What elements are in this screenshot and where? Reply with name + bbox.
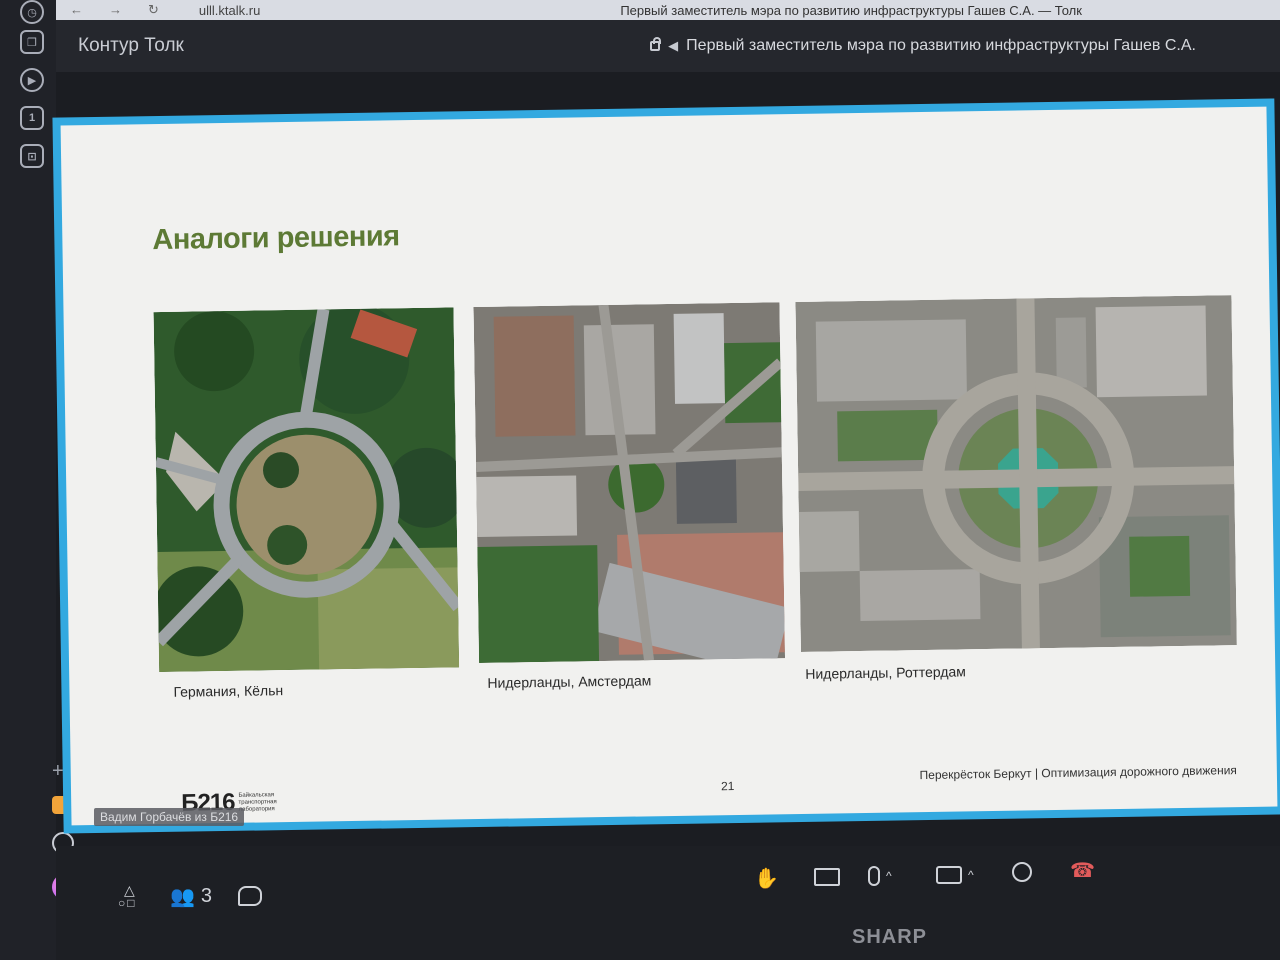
screen-share-icon [814, 868, 840, 886]
participants-icon: 👥 [170, 886, 195, 908]
participants-button[interactable]: 👥 3 [170, 884, 212, 909]
slide-footer: Перекрёсток Беркут | Оптимизация дорожно… [919, 763, 1237, 783]
circle-icon [1012, 862, 1032, 882]
browser-tab-title: Первый заместитель мэра по развитию инфр… [620, 2, 1082, 18]
monitor-brand: SHARP [852, 926, 928, 948]
reload-icon[interactable]: ↻ [148, 2, 159, 18]
aerial-image-amsterdam [473, 302, 786, 664]
raise-hand-button[interactable]: ✋ [754, 866, 779, 891]
shapes-button[interactable] [118, 882, 144, 910]
back-icon[interactable]: ← [70, 2, 83, 18]
meeting-title: Первый заместитель мэра по развитию инфр… [686, 37, 1196, 54]
photo-cologne [153, 307, 460, 673]
chat-button[interactable] [238, 886, 262, 906]
caption-rotterdam: Нидерланды, Роттердам [805, 663, 966, 682]
shapes-icon [118, 882, 144, 910]
microphone-button[interactable]: ^ [868, 866, 892, 886]
screenshot-icon[interactable]: ⊡ [20, 144, 44, 168]
chevron-up-icon[interactable]: ^ [968, 868, 974, 882]
left-rail: ◷ ❐ ▶ 1 ⊡ [0, 0, 56, 960]
logo-subtitle: Байкальская транспортная лаборатория [238, 791, 277, 813]
app-name: Контур Толк [78, 35, 184, 56]
circle-button[interactable] [1012, 862, 1032, 882]
history-icon[interactable]: ◷ [20, 0, 44, 24]
caption-cologne: Германия, Кёльн [173, 682, 284, 700]
browser-nav: ← → ↻ [70, 2, 159, 18]
url-field[interactable]: ulll.ktalk.ru [199, 3, 260, 18]
slide-title: Аналоги решения [152, 220, 400, 257]
page-number: 21 [720, 779, 735, 794]
photo-amsterdam [473, 302, 786, 664]
aerial-image-rotterdam [795, 295, 1237, 652]
presentation-slide: Аналоги решения Германия, Кёльн Нидерлан… [60, 106, 1278, 826]
raise-hand-icon: ✋ [754, 868, 779, 890]
screen-share-button[interactable] [814, 868, 840, 886]
browser-bar: ← → ↻ ulll.ktalk.ru Первый заместитель м… [0, 0, 1280, 20]
microphone-icon [868, 866, 880, 886]
hang-up-button[interactable]: ☎ [1070, 858, 1095, 883]
camera-toggle-icon [936, 866, 962, 884]
photo-rotterdam [795, 295, 1237, 652]
play-icon[interactable]: ▶ [20, 68, 44, 92]
chevron-up-icon[interactable]: ^ [886, 869, 892, 883]
megaphone-icon: ◀ [668, 38, 679, 53]
screen-share-frame: Аналоги решения Германия, Кёльн Нидерлан… [52, 98, 1280, 834]
meeting-title-block: ◀ Первый заместитель мэра по развитию ин… [650, 37, 1196, 55]
lock-icon [650, 37, 662, 51]
speaker-name-tag: Вадим Горбачёв из Б216 [94, 808, 245, 826]
chat-icon [238, 886, 262, 906]
calendar-icon[interactable]: 1 [20, 106, 44, 130]
camera-button[interactable]: ^ [936, 866, 974, 884]
copy-icon[interactable]: ❐ [20, 30, 44, 54]
call-toolbar: 👥 3 ✋ ^ ^ ☎ [56, 846, 1280, 960]
participants-count: 3 [200, 885, 213, 907]
hang-up-icon: ☎ [1070, 860, 1095, 882]
caption-amsterdam: Нидерланды, Амстердам [487, 672, 652, 691]
forward-icon[interactable]: → [109, 2, 122, 18]
app-header: Контур Толк ◀ Первый заместитель мэра по… [56, 20, 1280, 72]
aerial-image-cologne [153, 307, 460, 673]
